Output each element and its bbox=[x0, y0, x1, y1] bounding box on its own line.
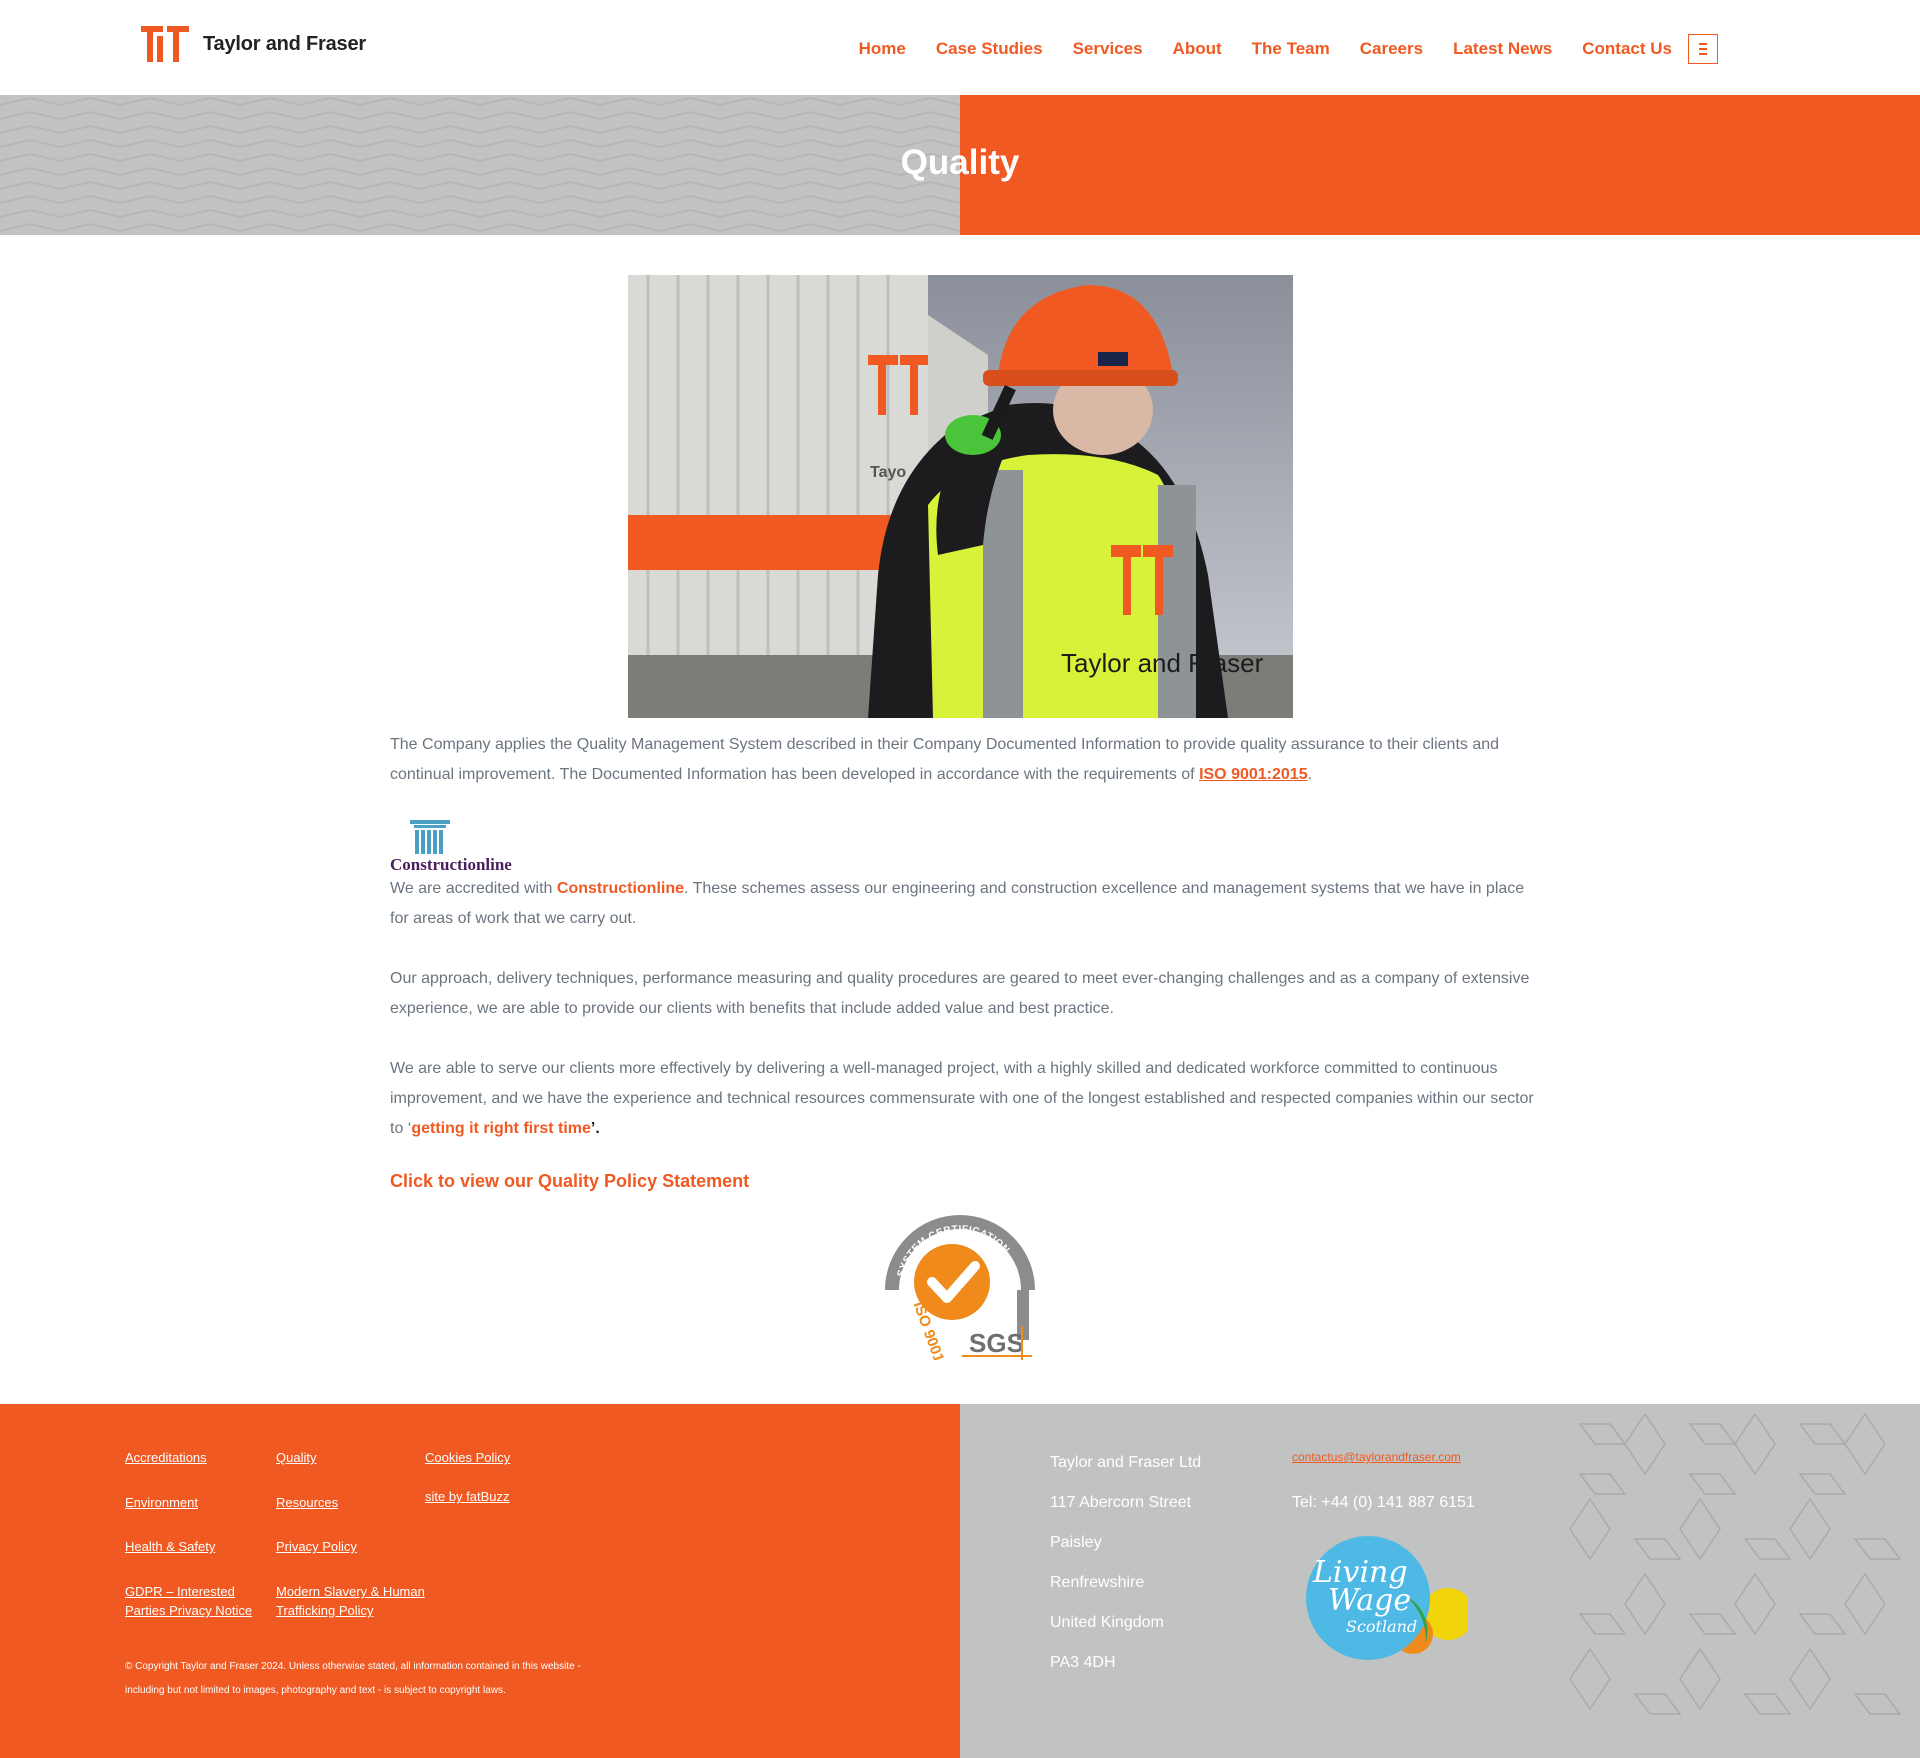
constructionline-logo-text: Constructionline bbox=[390, 855, 512, 874]
vest-text: Taylor and Fraser bbox=[1061, 648, 1264, 678]
address-region: Renfrewshire bbox=[1050, 1574, 1145, 1591]
intro-paragraph: The Company applies the Quality Manageme… bbox=[390, 730, 1540, 790]
footer-link-health-safety[interactable]: Health & Safety bbox=[125, 1537, 215, 1556]
menu-toggle-icon[interactable] bbox=[1688, 34, 1718, 64]
footer-link-gdpr-line2[interactable]: Parties Privacy Notice bbox=[125, 1601, 252, 1620]
iso-9001-link[interactable]: ISO 9001:2015 bbox=[1199, 766, 1308, 783]
container-text: Tayo bbox=[870, 464, 906, 481]
page-banner: Quality bbox=[0, 95, 1920, 235]
living-wage-line3: Scotland bbox=[1346, 1617, 1417, 1636]
copyright-line-1: © Copyright Taylor and Fraser 2024. Unle… bbox=[125, 1661, 581, 1672]
footer-link-environment[interactable]: Environment bbox=[125, 1493, 198, 1512]
intro-paragraph-block: The Company applies the Quality Manageme… bbox=[390, 730, 1540, 790]
nav-case-studies[interactable]: Case Studies bbox=[936, 39, 1043, 59]
hero-image: Tayo Taylor and Fraser bbox=[628, 275, 1293, 718]
nav-the-team[interactable]: The Team bbox=[1252, 39, 1330, 59]
footer-link-resources[interactable]: Resources bbox=[276, 1493, 338, 1512]
footer-link-privacy-policy[interactable]: Privacy Policy bbox=[276, 1537, 357, 1556]
living-wage-line2: Wage bbox=[1328, 1583, 1411, 1618]
tf-logo-icon bbox=[141, 26, 189, 62]
constructionline-link[interactable]: Constructionline bbox=[557, 880, 684, 897]
intro-text: The Company applies the Quality Manageme… bbox=[390, 736, 1500, 783]
approach-paragraph-block: Our approach, delivery techniques, perfo… bbox=[390, 964, 1540, 1024]
address-town: Paisley bbox=[1050, 1534, 1102, 1551]
address-postcode: PA3 4DH bbox=[1050, 1654, 1116, 1671]
address-street: 117 Abercorn Street bbox=[1050, 1494, 1192, 1511]
address-company: Taylor and Fraser Ltd bbox=[1050, 1454, 1202, 1471]
right-first-time-highlight: getting it right first time bbox=[411, 1120, 591, 1137]
contact-email-link[interactable]: contactus@taylorandfraser.com bbox=[1292, 1450, 1461, 1464]
footer-link-accreditations[interactable]: Accreditations bbox=[125, 1448, 207, 1467]
site-header: Taylor and Fraser Home Case Studies Serv… bbox=[0, 0, 1920, 95]
quality-policy-link[interactable]: Click to view our Quality Policy Stateme… bbox=[390, 1171, 749, 1192]
clients-paragraph-block: We are able to serve our clients more ef… bbox=[390, 1054, 1540, 1144]
constructionline-logo: Constructionline bbox=[390, 818, 520, 874]
address-country: United Kingdom bbox=[1050, 1614, 1164, 1631]
nav-about[interactable]: About bbox=[1173, 39, 1222, 59]
nav-services[interactable]: Services bbox=[1073, 39, 1143, 59]
footer-link-site-by-fatbuzz[interactable]: site by fatBuzz bbox=[425, 1487, 510, 1506]
page-title: Quality bbox=[900, 143, 1020, 182]
accreditation-text: We are accredited with bbox=[390, 880, 557, 897]
copyright-notice: © Copyright Taylor and Fraser 2024. Unle… bbox=[125, 1655, 665, 1703]
sgs-brand-text: SGS bbox=[969, 1328, 1024, 1358]
copyright-line-2: including but not limited to images, pho… bbox=[125, 1685, 506, 1696]
nav-contact-us[interactable]: Contact Us bbox=[1582, 39, 1672, 59]
sgs-iso-9001-badge: SYSTEM CERTIFICATION ISO 9001 SGS bbox=[880, 1210, 1040, 1365]
nav-careers[interactable]: Careers bbox=[1360, 39, 1423, 59]
clients-text-end: ’. bbox=[590, 1120, 600, 1137]
footer-link-gdpr-line1[interactable]: GDPR – Interested bbox=[125, 1582, 235, 1601]
main-nav: Home Case Studies Services About The Tea… bbox=[829, 34, 1718, 64]
intro-text-end: . bbox=[1307, 766, 1313, 783]
nav-latest-news[interactable]: Latest News bbox=[1453, 39, 1552, 59]
approach-paragraph: Our approach, delivery techniques, perfo… bbox=[390, 970, 1530, 1017]
footer-link-quality[interactable]: Quality bbox=[276, 1448, 316, 1467]
contact-telephone: Tel: +44 (0) 141 887 6151 bbox=[1292, 1494, 1475, 1511]
brand-name: Taylor and Fraser bbox=[203, 32, 366, 55]
living-wage-scotland-logo: Living Wage Scotland bbox=[1298, 1534, 1474, 1664]
accreditation-paragraph-block: We are accredited with Constructionline.… bbox=[390, 874, 1540, 934]
accreditation-paragraph: We are accredited with Constructionline.… bbox=[390, 874, 1540, 934]
footer-link-cookies-policy[interactable]: Cookies Policy bbox=[425, 1448, 510, 1467]
footer-diamond-pattern bbox=[1569, 1412, 1920, 1744]
footer-link-modern-slavery-line2[interactable]: Trafficking Policy bbox=[276, 1601, 374, 1620]
nav-home[interactable]: Home bbox=[859, 39, 906, 59]
footer-link-modern-slavery-line1[interactable]: Modern Slavery & Human bbox=[276, 1582, 425, 1601]
clients-paragraph: We are able to serve our clients more ef… bbox=[390, 1054, 1540, 1144]
brand-logo[interactable]: Taylor and Fraser bbox=[139, 24, 366, 64]
